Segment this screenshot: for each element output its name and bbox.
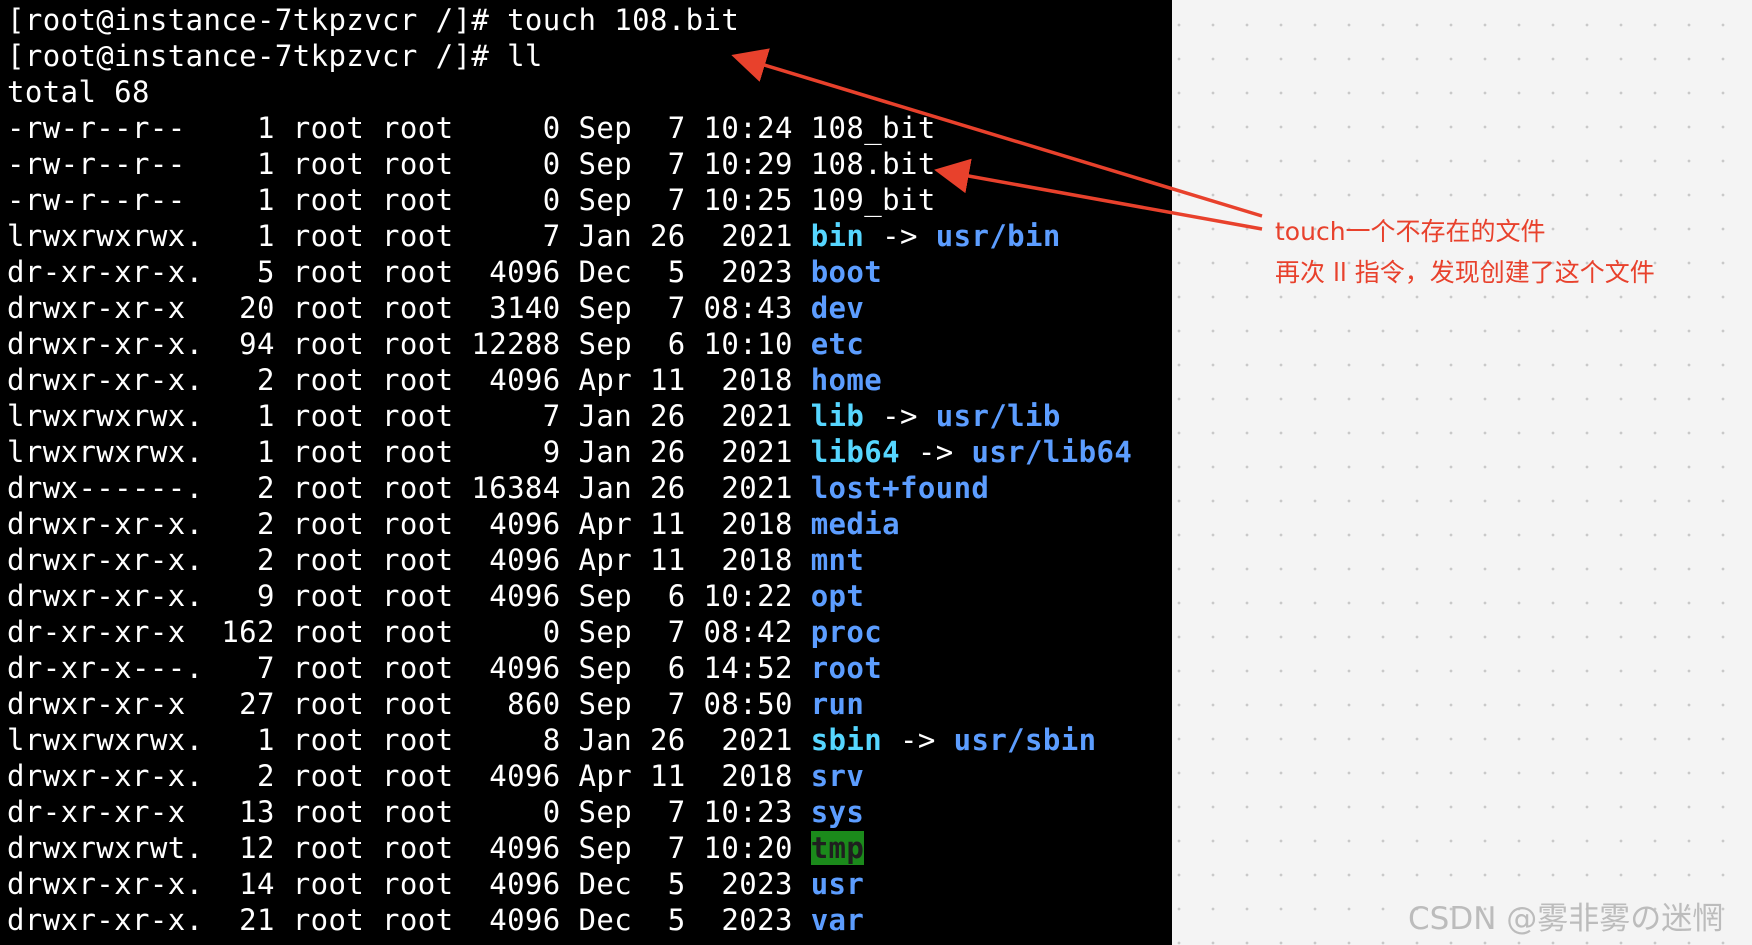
annotation-line-1: touch一个不存在的文件 [1275,217,1546,246]
annotation-note: touch一个不存在的文件 再次 ll 指令，发现创建了这个文件 [1275,211,1655,293]
annotation-line-2: 再次 ll 指令，发现创建了这个文件 [1275,258,1655,287]
watermark: CSDN @雾非雾の迷惘 [1408,901,1724,937]
arrow-to-ll-command [731,48,1263,218]
annotation-arrows [731,48,1263,231]
